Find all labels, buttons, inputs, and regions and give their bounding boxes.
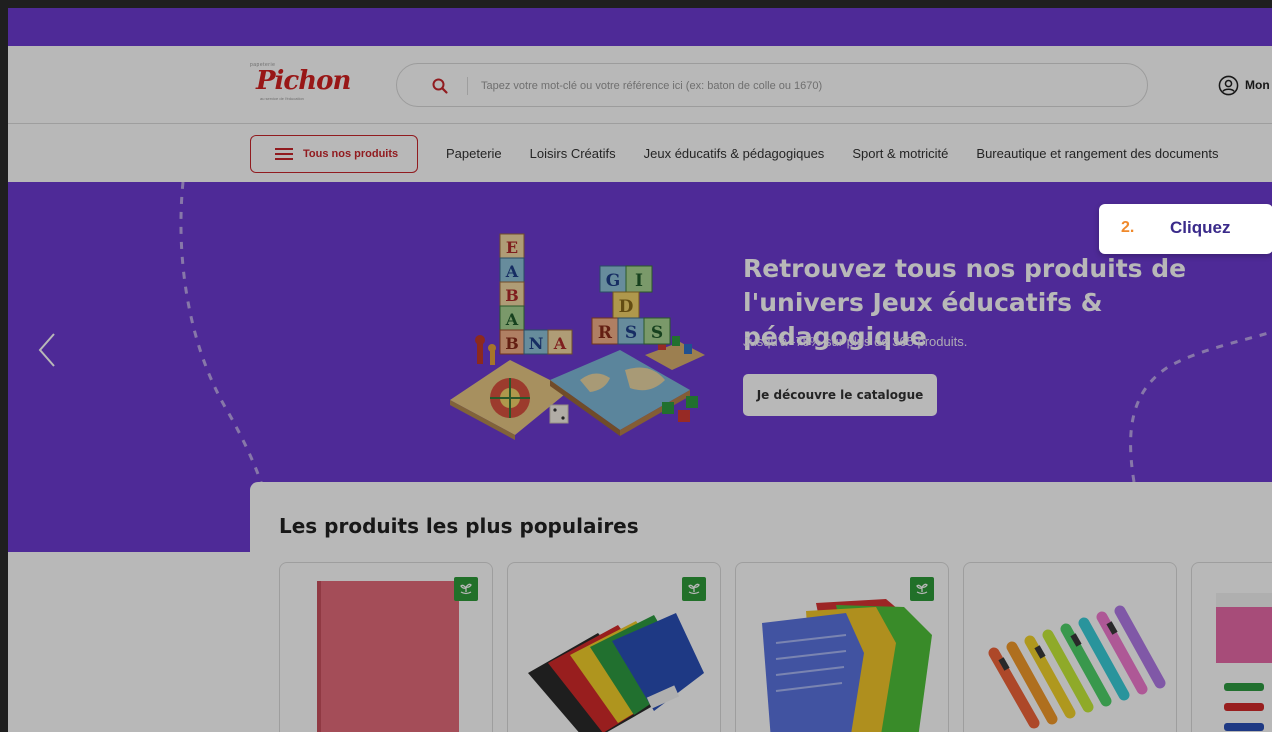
- product-card-colored-folders[interactable]: [507, 562, 721, 732]
- tooltip-text: Cliquez: [1170, 218, 1231, 237]
- product-card-markers-box[interactable]: [1191, 562, 1272, 732]
- logo-wordmark: Pichon: [256, 66, 351, 96]
- popular-products-title: Les produits les plus populaires: [279, 514, 639, 538]
- nav-item-bureautique[interactable]: Bureautique et rangement des documents: [976, 146, 1218, 161]
- user-icon: [1218, 75, 1239, 95]
- eco-label-icon: [454, 577, 478, 601]
- block-letter-r: R: [598, 323, 613, 343]
- top-banner: [8, 8, 1272, 46]
- block-letter-n: N: [529, 334, 544, 353]
- block-letter-a3: A: [553, 334, 567, 353]
- block-letter-s2: S: [651, 323, 663, 343]
- all-products-label: Tous nos produits: [303, 148, 399, 160]
- carousel-prev-arrow-icon[interactable]: [36, 330, 58, 370]
- block-letter-a1: A: [505, 262, 519, 281]
- search-bar[interactable]: [396, 63, 1148, 107]
- block-letter-b1: B: [505, 286, 519, 305]
- nav-item-loisirs-creatifs[interactable]: Loisirs Créatifs: [530, 146, 616, 161]
- logo-tagline: au service de l'éducation: [260, 96, 304, 101]
- block-letter-b2: B: [505, 334, 519, 353]
- product-carousel: [279, 562, 1272, 732]
- highlighters-image: [988, 605, 1166, 729]
- main-nav: Tous nos produits Papeterie Loisirs Créa…: [8, 124, 1272, 182]
- product-card-highlighters[interactable]: [963, 562, 1177, 732]
- block-letter-d: D: [619, 297, 634, 317]
- discover-catalog-button[interactable]: Je découvre le catalogue: [743, 374, 937, 416]
- menu-icon: [275, 148, 293, 160]
- block-letter-a2: A: [505, 310, 519, 329]
- product-card-red-notebook[interactable]: [279, 562, 493, 732]
- search-input[interactable]: [481, 75, 1121, 97]
- nav-categories: Papeterie Loisirs Créatifs Jeux éducatif…: [446, 124, 1219, 182]
- page: papeterie Pichon au service de l'éducati…: [8, 8, 1272, 732]
- tutorial-tooltip[interactable]: 2. Cliquez: [1099, 204, 1272, 254]
- nav-item-sport-motricite[interactable]: Sport & motricité: [852, 146, 948, 161]
- logo[interactable]: papeterie Pichon au service de l'éducati…: [250, 62, 351, 106]
- eco-label-icon: [910, 577, 934, 601]
- search-divider: [467, 77, 468, 95]
- product-card-colored-exercise-books[interactable]: [735, 562, 949, 732]
- nav-item-papeterie[interactable]: Papeterie: [446, 146, 502, 161]
- block-letter-e: E: [506, 238, 518, 257]
- header: papeterie Pichon au service de l'éducati…: [8, 46, 1272, 124]
- nav-item-jeux-educatifs[interactable]: Jeux éducatifs & pédagogiques: [644, 146, 825, 161]
- search-icon[interactable]: [431, 77, 449, 95]
- account-link[interactable]: Mon: [1218, 73, 1270, 97]
- popular-products-section: Les produits les plus populaires: [250, 482, 1272, 732]
- block-letter-i: I: [635, 271, 643, 291]
- block-letter-g: G: [606, 271, 621, 291]
- block-letter-s1: S: [625, 323, 637, 343]
- educational-toys-illustration: E A B A B N A G I D R S S: [450, 233, 705, 440]
- account-label: Mon: [1245, 78, 1270, 92]
- markers-box-image: [1216, 593, 1272, 731]
- eco-label-icon: [682, 577, 706, 601]
- tooltip-step-number: 2.: [1121, 219, 1135, 236]
- all-products-button[interactable]: Tous nos produits: [250, 135, 418, 173]
- hero-subtitle: Jusqu'à -75% sur plus de 365 produits.: [743, 334, 968, 349]
